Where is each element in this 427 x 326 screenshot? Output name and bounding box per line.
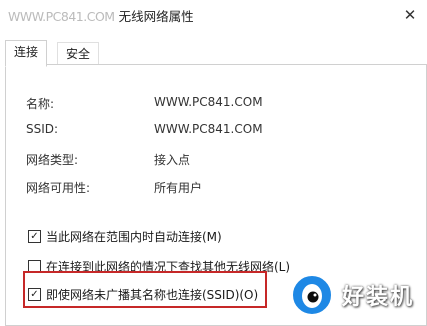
ssid-label: SSID: <box>26 122 59 136</box>
ssid-value: WWW.PC841.COM <box>154 122 263 136</box>
network-type-value: 接入点 <box>154 153 191 167</box>
checkmark-icon: ✓ <box>30 230 39 242</box>
auto-connect-checkbox[interactable]: ✓ <box>28 230 41 243</box>
auto-connect-label: 当此网络在范围内时自动连接(M) <box>46 230 222 244</box>
tab-security[interactable]: 安全 <box>57 42 100 65</box>
connect-hidden-ssid-label: 即使网络未广播其名称也连接(SSID)(O) <box>46 288 259 302</box>
name-value: WWW.PC841.COM <box>154 95 263 109</box>
tab-connection[interactable]: 连接 <box>5 40 48 67</box>
auto-connect-option[interactable]: ✓ 当此网络在范围内时自动连接(M) <box>28 228 222 245</box>
window-title-prefix: WWW.PC841.COM <box>8 9 115 24</box>
close-icon: ✕ <box>403 6 417 24</box>
connect-hidden-ssid-option[interactable]: ✓ 即使网络未广播其名称也连接(SSID)(O) <box>28 286 258 303</box>
watermark-logo: 好装机 <box>290 272 426 318</box>
network-availability-value: 所有用户 <box>154 181 203 195</box>
checkmark-icon: ✓ <box>30 288 39 300</box>
network-type-label: 网络类型: <box>26 153 79 167</box>
watermark-text: 好装机 <box>342 285 415 310</box>
connect-hidden-ssid-checkbox[interactable]: ✓ <box>28 288 41 301</box>
tab-strip: 连接 安全 <box>5 40 425 67</box>
eye-logo-icon <box>291 274 333 316</box>
close-button[interactable]: ✕ <box>393 0 427 30</box>
title-bar: WWW.PC841.COM 无线网络属性 ✕ <box>0 0 427 30</box>
name-label: 名称: <box>26 97 55 111</box>
window-title-text: 无线网络属性 <box>118 9 194 24</box>
window-title: WWW.PC841.COM 无线网络属性 <box>8 6 194 25</box>
network-availability-label: 网络可用性: <box>26 181 91 195</box>
